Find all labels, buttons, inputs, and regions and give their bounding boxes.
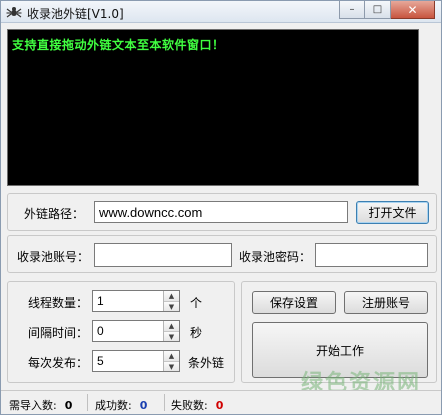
per-post-value: 5: [97, 354, 104, 368]
account-password-input[interactable]: [315, 243, 428, 267]
app-window: 收录池外链[V1.0] – □ ✕ 支持直接拖动外链文本至本软件窗口！ 外链路径…: [0, 0, 442, 415]
per-post-unit: 条外链: [188, 356, 225, 370]
register-account-button[interactable]: 注册账号: [344, 291, 428, 314]
to-import-status: 需导入数: 0: [9, 397, 72, 413]
failed-label: 失败数:: [171, 399, 208, 412]
console-message: 支持直接拖动外链文本至本软件窗口！: [12, 38, 225, 52]
account-user-label: 收录池账号：: [17, 250, 90, 264]
interval-value: 0: [97, 324, 104, 338]
open-file-button[interactable]: 打开文件: [356, 201, 429, 224]
maximize-icon: □: [372, 4, 383, 15]
spin-up-icon[interactable]: ▲: [164, 321, 179, 331]
spider-icon: [6, 7, 22, 18]
close-button[interactable]: ✕: [391, 1, 435, 19]
account-user-input[interactable]: [94, 243, 232, 267]
threads-stepper[interactable]: 1 ▲ ▼: [92, 290, 180, 312]
window-title: 收录池外链[V1.0]: [27, 7, 124, 21]
account-password-label: 收录池密码：: [239, 250, 312, 264]
start-work-button[interactable]: 开始工作: [252, 322, 428, 378]
spin-up-icon[interactable]: ▲: [164, 351, 179, 361]
close-icon: ✕: [407, 2, 418, 17]
spin-down-icon[interactable]: ▼: [164, 361, 179, 371]
to-import-count: 0: [64, 399, 73, 412]
link-path-group: 外链路径： 打开文件: [7, 193, 437, 231]
spin-down-icon[interactable]: ▼: [164, 331, 179, 341]
actions-group: 保存设置 注册账号 开始工作: [241, 281, 437, 383]
title-bar[interactable]: 收录池外链[V1.0] – □ ✕: [1, 1, 441, 23]
interval-unit: 秒: [190, 326, 203, 340]
threads-unit: 个: [190, 296, 203, 310]
log-console[interactable]: 支持直接拖动外链文本至本软件窗口！: [7, 29, 419, 186]
link-path-label: 外链路径：: [24, 207, 85, 221]
success-status: 成功数: 0: [95, 397, 147, 413]
status-bar: 需导入数: 0 成功数: 0 失败数: 0: [1, 390, 441, 414]
success-label: 成功数:: [95, 399, 132, 412]
per-post-stepper[interactable]: 5 ▲ ▼: [92, 350, 180, 372]
failed-count: 0: [215, 399, 224, 412]
account-group: 收录池账号： 收录池密码：: [7, 235, 437, 273]
to-import-label: 需导入数:: [9, 399, 57, 412]
save-settings-button[interactable]: 保存设置: [252, 291, 336, 314]
minimize-button[interactable]: –: [339, 1, 365, 19]
interval-stepper[interactable]: 0 ▲ ▼: [92, 320, 180, 342]
spin-up-icon[interactable]: ▲: [164, 291, 179, 301]
minimize-icon: –: [349, 4, 355, 15]
per-post-label: 每次发布：: [28, 356, 89, 370]
interval-label: 间隔时间：: [28, 326, 89, 340]
failed-status: 失败数: 0: [171, 397, 223, 413]
threads-value: 1: [97, 294, 104, 308]
link-path-input[interactable]: [94, 201, 348, 223]
settings-group: 线程数量： 1 ▲ ▼ 个 间隔时间： 0 ▲ ▼ 秒 每次发布： 5 ▲ ▼ 条外链: [7, 281, 235, 383]
success-count: 0: [139, 399, 148, 412]
maximize-button[interactable]: □: [365, 1, 391, 19]
spin-down-icon[interactable]: ▼: [164, 301, 179, 311]
threads-label: 线程数量：: [28, 296, 89, 310]
